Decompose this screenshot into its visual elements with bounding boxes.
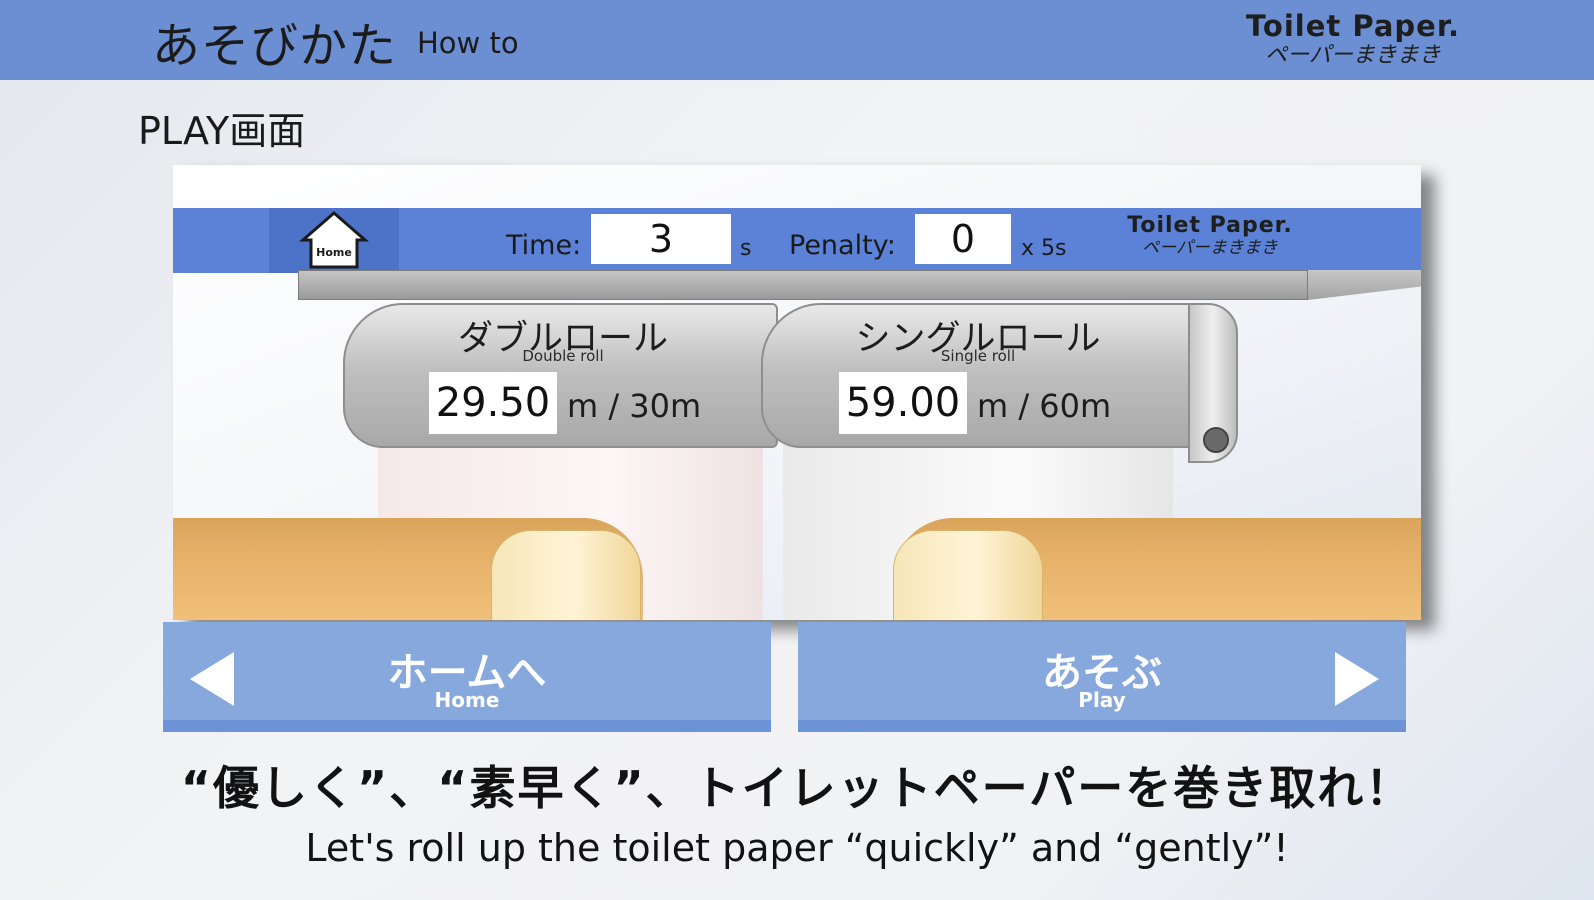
hud-home-button: Home bbox=[269, 208, 399, 273]
home-icon-label: Home bbox=[316, 246, 352, 259]
left-roll-core bbox=[491, 530, 641, 620]
home-icon: Home bbox=[299, 211, 369, 269]
header-bar: あそびかた How to Toilet Paper. ペーパーまきまき bbox=[0, 0, 1594, 80]
holder-knob bbox=[1203, 427, 1229, 453]
double-roll-subtitle: Double roll bbox=[522, 347, 604, 365]
single-roll-length: 59.00 bbox=[839, 372, 967, 434]
app-logo: Toilet Paper. ペーパーまきまき bbox=[1238, 12, 1468, 67]
home-button[interactable]: ホームへ Home bbox=[163, 622, 771, 732]
double-roll-unit: m / 30m bbox=[567, 387, 702, 425]
holder-shelf-end bbox=[1308, 270, 1421, 300]
single-roll-subtitle: Single roll bbox=[940, 347, 1016, 365]
single-roll-unit: m / 60m bbox=[977, 387, 1112, 425]
time-value: 3 bbox=[591, 214, 731, 264]
penalty-label: Penalty: bbox=[789, 230, 896, 261]
hud-logo: Toilet Paper. ペーパーまきまき bbox=[1120, 215, 1300, 257]
section-title: PLAY画面 bbox=[138, 109, 306, 153]
penalty-unit: x 5s bbox=[1021, 236, 1067, 261]
holder-shelf bbox=[298, 270, 1308, 300]
play-screen-preview: Home Time: 3 s Penalty: 0 x 5s Toilet Pa… bbox=[173, 165, 1421, 620]
play-button[interactable]: あそぶ Play bbox=[798, 622, 1406, 732]
hud-logo-script: ペーパーまきまき bbox=[1142, 238, 1278, 258]
double-roll-length: 29.50 bbox=[429, 372, 557, 434]
time-label: Time: bbox=[506, 230, 582, 261]
play-button-sublabel: Play bbox=[1078, 688, 1126, 712]
penalty-value: 0 bbox=[915, 214, 1011, 264]
hud-logo-text: Toilet Paper. bbox=[1127, 213, 1293, 238]
page-subtitle: How to bbox=[417, 26, 519, 60]
home-button-sublabel: Home bbox=[434, 688, 500, 712]
page-title: あそびかた bbox=[152, 18, 398, 74]
logo-script: ペーパーまきまき bbox=[1265, 43, 1441, 68]
caption-japanese: “優しく”、“素早く”、トイレットペーパーを巻き取れ！ bbox=[180, 761, 1414, 815]
logo-text: Toilet Paper. bbox=[1245, 9, 1461, 43]
time-unit: s bbox=[740, 236, 752, 261]
caption-english: Let's roll up the toilet paper “quickly”… bbox=[305, 826, 1289, 870]
right-roll-core bbox=[893, 530, 1043, 620]
